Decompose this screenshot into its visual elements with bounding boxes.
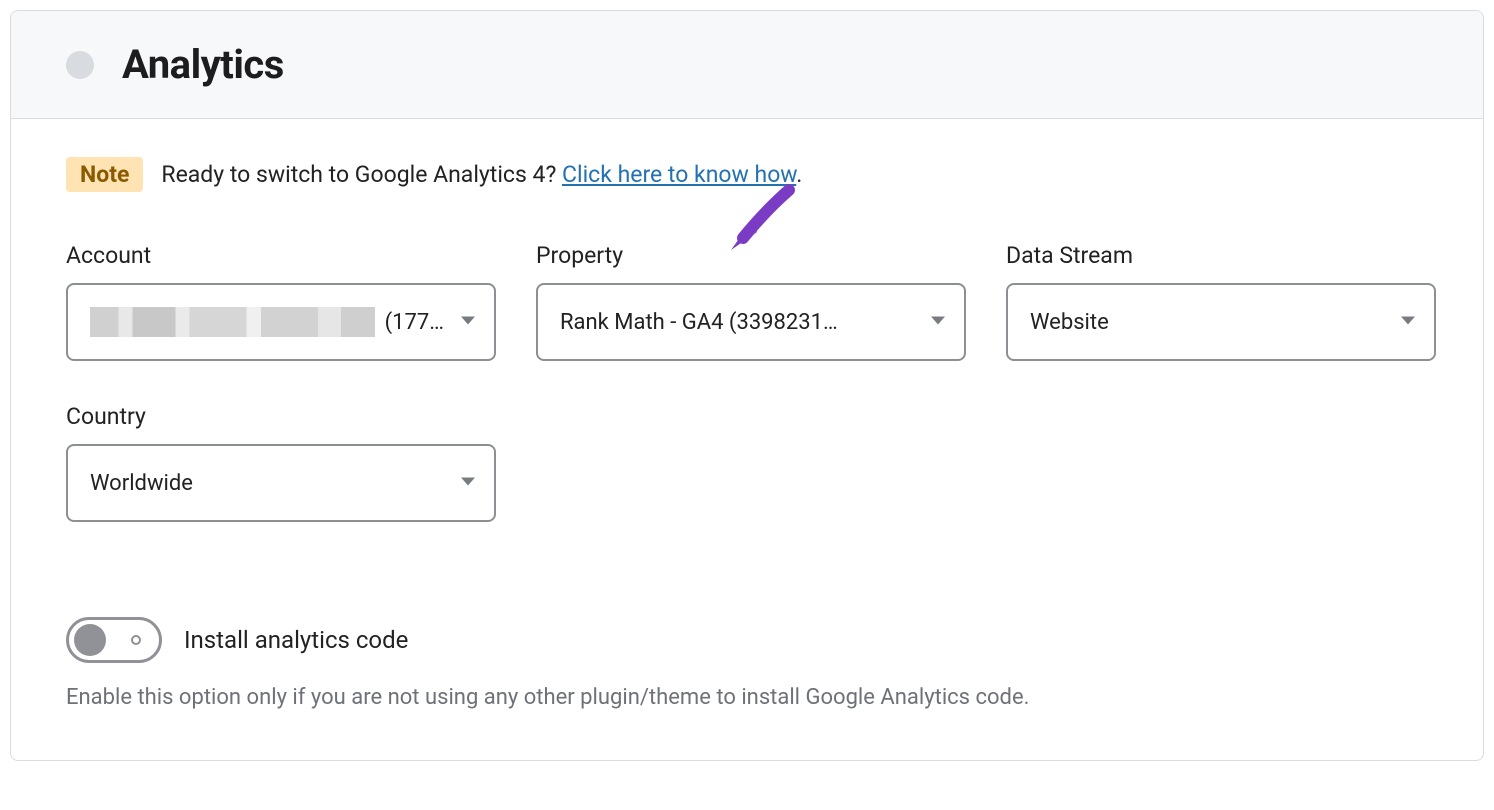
property-field: Property Rank Math - GA4 (3398231… — [536, 242, 966, 361]
install-code-toggle-label: Install analytics code — [184, 626, 408, 654]
redacted-block-icon — [90, 307, 375, 337]
data-stream-field: Data Stream Website — [1006, 242, 1436, 361]
install-code-help-text: Enable this option only if you are not u… — [66, 685, 1428, 710]
account-suffix: (177… — [385, 310, 444, 335]
fields-row-1: Account (177… Property Rank Math - GA4 (… — [66, 242, 1428, 361]
property-select[interactable]: Rank Math - GA4 (3398231… — [536, 283, 966, 361]
fields-row-2: Country Worldwide — [66, 403, 1428, 522]
account-field: Account (177… — [66, 242, 496, 361]
panel-body: Note Ready to switch to Google Analytics… — [11, 119, 1483, 760]
account-label: Account — [66, 242, 496, 269]
chevron-down-icon — [1400, 310, 1416, 335]
note-badge: Note — [66, 157, 143, 192]
panel-title: Analytics — [122, 41, 284, 88]
chevron-down-icon — [930, 310, 946, 335]
status-dot-icon — [66, 51, 94, 79]
ga4-info-link[interactable]: Click here to know how — [562, 161, 796, 188]
data-stream-select[interactable]: Website — [1006, 283, 1436, 361]
account-select[interactable]: (177… — [66, 283, 496, 361]
country-select[interactable]: Worldwide — [66, 444, 496, 522]
install-code-toggle-row: Install analytics code — [66, 617, 1428, 663]
chevron-down-icon — [460, 310, 476, 335]
note-text: Ready to switch to Google Analytics 4? C… — [161, 161, 802, 188]
property-value: Rank Math - GA4 (3398231… — [560, 310, 838, 335]
country-field: Country Worldwide — [66, 403, 496, 522]
analytics-panel: Analytics Note Ready to switch to Google… — [10, 10, 1484, 761]
country-label: Country — [66, 403, 496, 430]
property-label: Property — [536, 242, 966, 269]
note-row: Note Ready to switch to Google Analytics… — [66, 157, 1428, 192]
note-text-before: Ready to switch to Google Analytics 4? — [161, 161, 562, 188]
data-stream-value: Website — [1030, 310, 1109, 335]
toggle-knob-icon — [74, 624, 106, 656]
note-text-after: . — [796, 161, 802, 188]
account-redacted-value: (177… — [90, 307, 444, 337]
chevron-down-icon — [460, 471, 476, 496]
data-stream-label: Data Stream — [1006, 242, 1436, 269]
toggle-off-indicator-icon — [131, 635, 141, 645]
panel-header: Analytics — [11, 11, 1483, 119]
country-value: Worldwide — [90, 471, 193, 496]
install-code-toggle[interactable] — [66, 617, 162, 663]
